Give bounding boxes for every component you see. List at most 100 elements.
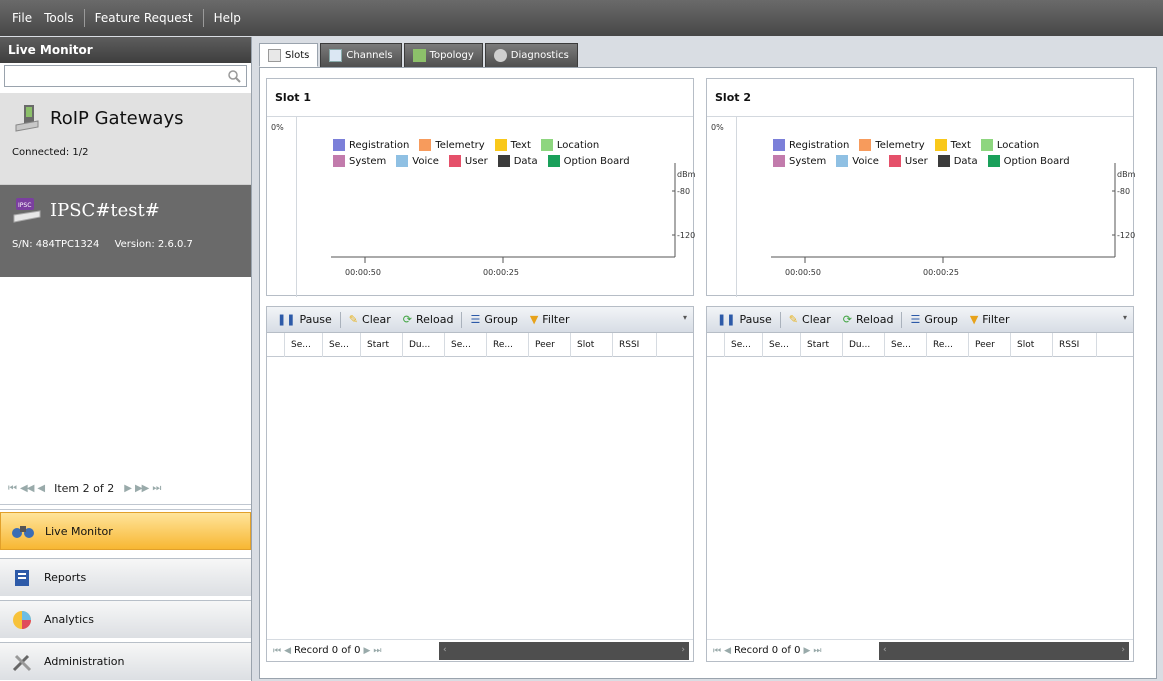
x-tick-25: 00:00:25 [483,268,519,277]
scroll-right-icon[interactable]: › [1121,645,1125,655]
rssi-axes: dBm -80 -120 00:00:50 00:00:25 [331,163,695,277]
scroll-right-icon[interactable]: › [681,645,685,655]
first-record-icon[interactable]: ⏮ [713,646,721,656]
gateway-icon [15,105,39,132]
menu-help[interactable]: Help [208,11,247,25]
column-header[interactable]: Se... [725,332,763,357]
column-header[interactable]: RSSI [1053,332,1097,357]
reload-label: Reload [856,313,894,326]
toolbar-overflow-icon[interactable]: ▾ [683,313,687,322]
column-header[interactable]: Start [801,332,843,357]
column-header[interactable]: Du... [843,332,885,357]
splitter-grip[interactable] [0,504,251,510]
next-record-icon[interactable]: ▶ [803,646,810,656]
reload-button[interactable]: ⟳ Reload [839,313,898,326]
column-header[interactable]: RSSI [613,332,657,357]
grid-column-headers: Se... Se... Start Du... Se... Re... Peer Slot RS… [707,332,1133,357]
last-record-icon[interactable]: ⏭ [813,646,821,656]
search-icon[interactable] [226,68,242,84]
gateways-card[interactable]: RoIP Gateways Connected: 1/2 [0,93,251,185]
prev-page-icon[interactable]: ◀◀ [20,483,34,494]
pause-button[interactable]: ❚❚ Pause [273,313,336,326]
last-page-icon[interactable]: ⏭ [152,483,161,494]
toolbar-separator [779,311,781,328]
tab-channels[interactable]: Channels [320,43,402,67]
tab-slots[interactable]: Slots [259,43,319,67]
tab-channels-label: Channels [346,50,393,61]
event-grid: ❚❚ Pause ✎ Clear ⟳ Reload ☰ Group ▼ Filter ▾ … [266,306,694,662]
search-input[interactable] [4,65,247,87]
column-header[interactable]: Peer [969,332,1011,357]
clear-button[interactable]: ✎ Clear [785,313,835,326]
column-header[interactable]: Re... [927,332,969,357]
device-card[interactable]: IPSC IPSC#test# S/N: 484TPC1324 Version:… [0,185,251,277]
x-tick-50: 00:00:50 [785,268,821,277]
scroll-left-icon[interactable]: ‹ [883,645,887,655]
column-header[interactable]: Se... [445,332,487,357]
column-header[interactable]: Du... [403,332,445,357]
clear-button[interactable]: ✎ Clear [345,313,395,326]
pause-button[interactable]: ❚❚ Pause [713,313,776,326]
nav-live-monitor[interactable]: Live Monitor [0,512,251,550]
rssi-axes: dBm -80 -120 00:00:50 00:00:25 [771,163,1135,277]
nav-administration-label: Administration [44,655,125,668]
last-record-icon[interactable]: ⏭ [373,646,381,656]
event-grid: ❚❚ Pause ✎ Clear ⟳ Reload ☰ Group ▼ Filter ▾ … [706,306,1134,662]
record-text: Record 0 of 0 [294,645,361,656]
nav-reports-label: Reports [44,571,87,584]
horizontal-scrollbar[interactable]: ‹ › [439,641,689,660]
menu-feature-request[interactable]: Feature Request [89,11,199,25]
prev-record-icon[interactable]: ◀ [284,646,291,656]
y-unit-label: dBm [1117,170,1135,179]
next-record-icon[interactable]: ▶ [363,646,370,656]
slot-chart: Slot 1 0% Registration Telemetry Text Locat… [266,78,695,297]
column-header[interactable]: Slot [1011,332,1053,357]
first-record-icon[interactable]: ⏮ [273,646,281,656]
group-button[interactable]: ☰ Group [906,313,961,326]
slot-panel-2: Slot 2 0% Registration Telemetry Text Locat… [706,78,1135,662]
column-header[interactable]: Se... [323,332,361,357]
column-header[interactable]: Re... [487,332,529,357]
scroll-left-icon[interactable]: ‹ [443,645,447,655]
nav-analytics[interactable]: Analytics [0,600,251,638]
row-indicator-column [267,332,285,357]
column-header[interactable]: Slot [571,332,613,357]
nav-administration[interactable]: Administration [0,642,251,680]
group-button[interactable]: ☰ Group [466,313,521,326]
column-header[interactable]: Peer [529,332,571,357]
pause-label: Pause [739,313,772,326]
x-tick-25: 00:00:25 [923,268,959,277]
y-tick-80: -80 [677,187,690,196]
toolbar-overflow-icon[interactable]: ▾ [1123,313,1127,322]
y-tick-80: -80 [1117,187,1130,196]
next-item-icon[interactable]: ▶ [124,483,132,494]
column-header[interactable]: Start [361,332,403,357]
record-text: Record 0 of 0 [734,645,801,656]
filter-icon: ▼ [969,313,979,326]
reload-button[interactable]: ⟳ Reload [399,313,458,326]
next-page-icon[interactable]: ▶▶ [135,483,149,494]
column-header[interactable]: Se... [885,332,927,357]
prev-record-icon[interactable]: ◀ [724,646,731,656]
device-info: S/N: 484TPC1324 Version: 2.6.0.7 [12,239,239,250]
tab-diagnostics[interactable]: Diagnostics [484,43,578,67]
menu-tools[interactable]: Tools [38,11,80,25]
menu-bar: File Tools Feature Request Help [0,0,1163,36]
menu-file[interactable]: File [6,11,38,25]
tools-icon [10,650,34,674]
sidebar: Live Monitor RoIP Gateways Connected: 1/… [0,37,252,681]
first-page-icon[interactable]: ⏮ [8,483,17,494]
filter-button[interactable]: ▼ Filter [526,313,574,326]
tab-topology[interactable]: Topology [403,43,483,67]
sidebar-pager: ⏮ ◀◀ ◀ Item 2 of 2 ▶ ▶▶ ⏭ [0,477,251,499]
column-header[interactable]: Se... [285,332,323,357]
filter-button[interactable]: ▼ Filter [966,313,1014,326]
column-header[interactable]: Se... [763,332,801,357]
prev-item-icon[interactable]: ◀ [37,483,45,494]
binoculars-icon [11,519,35,543]
record-navigator: ⏮ ◀ Record 0 of 0 ▶ ⏭ [707,645,879,656]
nav-reports[interactable]: Reports [0,558,251,596]
horizontal-scrollbar[interactable]: ‹ › [879,641,1129,660]
filter-icon: ▼ [529,313,539,326]
slot-panel-1: Slot 1 0% Registration Telemetry Text Locat… [266,78,695,662]
